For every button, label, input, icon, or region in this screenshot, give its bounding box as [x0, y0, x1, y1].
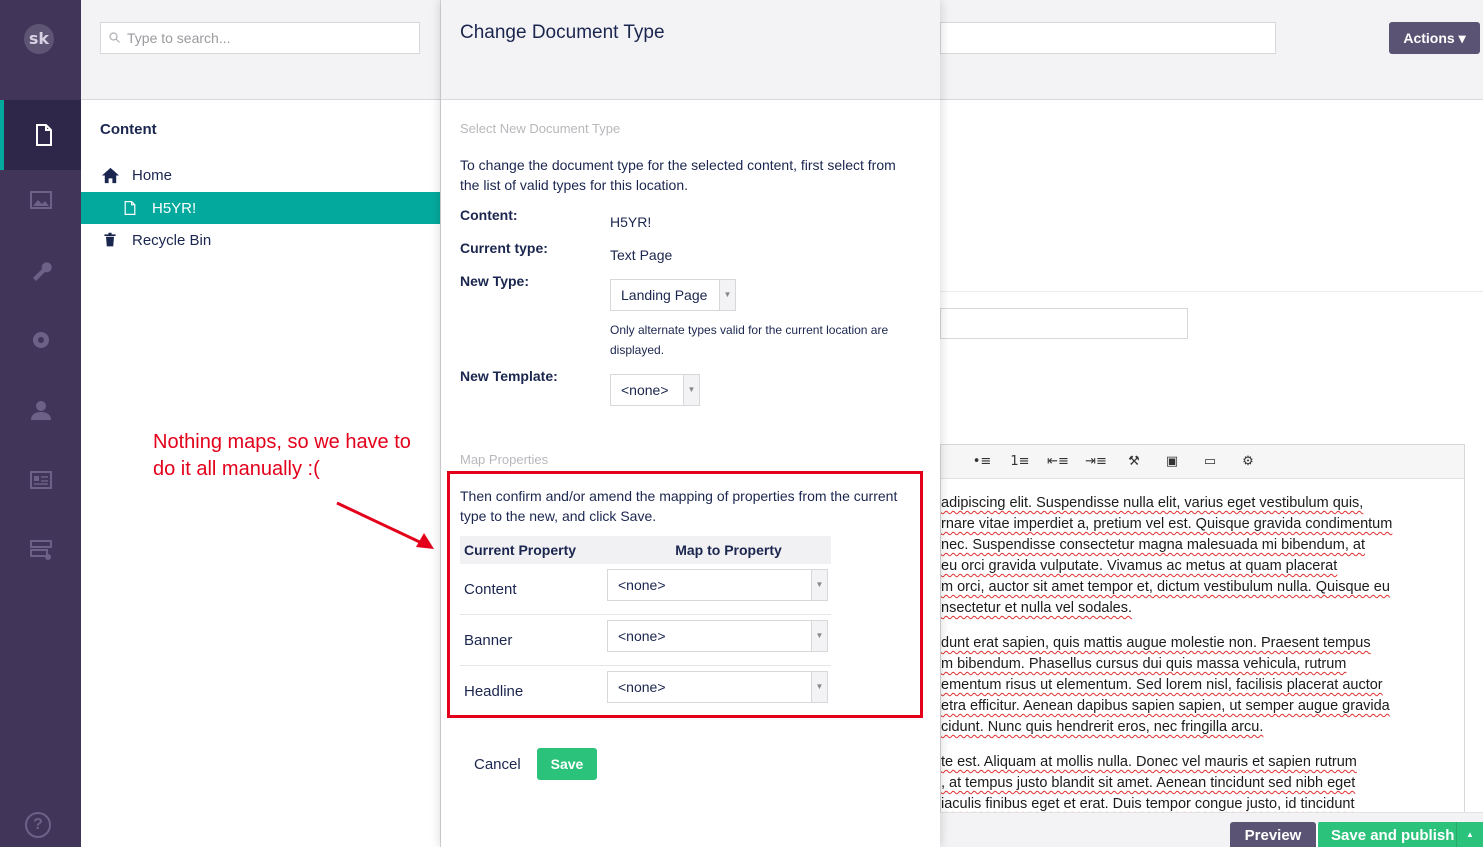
tree-header: Type to search...	[81, 0, 440, 100]
highlight-box	[447, 471, 923, 718]
dialog-title: Change Document Type	[441, 0, 940, 100]
new-type-select[interactable]: Landing Page ▼	[610, 279, 736, 311]
wrench-icon[interactable]	[0, 235, 81, 305]
current-type-label: Current type:	[460, 240, 548, 256]
tree-node-label: Home	[132, 166, 173, 184]
content-label: Content:	[460, 207, 518, 223]
rich-text-editor[interactable]: •≡ 1≡ ⇤≡ ⇥≡ ⚒ ▣ ▭ ⚙ adipiscing elit. Sus…	[940, 444, 1465, 814]
preview-button[interactable]: Preview	[1230, 822, 1316, 847]
media-icon[interactable]	[0, 165, 81, 235]
new-type-label: New Type:	[460, 273, 529, 289]
content-section-icon[interactable]	[0, 100, 81, 170]
help-icon[interactable]: ?	[25, 812, 51, 838]
search-icon	[109, 32, 120, 43]
save-button[interactable]: Save	[537, 748, 597, 780]
rte-paragraph: dunt erat sapien, quis mattis augue mole…	[941, 635, 1390, 735]
editor-header: Actions ▾	[940, 0, 1483, 100]
new-template-select[interactable]: <none> ▼	[610, 374, 700, 406]
change-document-type-dialog: Change Document Type Select New Document…	[441, 0, 940, 847]
save-and-publish-button[interactable]: Save and publish	[1316, 822, 1456, 847]
tree-node-h5yr[interactable]: H5YR!	[81, 192, 440, 224]
intro-text: To change the document type for the sele…	[460, 157, 896, 193]
divider	[940, 291, 1483, 292]
document-icon	[120, 198, 140, 218]
publish-options-caret-icon[interactable]: ▲	[1456, 822, 1483, 847]
outdent-icon[interactable]: ⇤≡	[1039, 454, 1077, 469]
content-tree-panel: Type to search... Content Home H5YR! Rec…	[81, 0, 441, 847]
forms-icon[interactable]	[0, 515, 81, 585]
rte-toolbar: •≡ 1≡ ⇤≡ ⇥≡ ⚒ ▣ ▭ ⚙	[941, 445, 1464, 479]
rte-paragraph: adipiscing elit. Suspendisse nulla elit,…	[941, 495, 1393, 616]
numbered-list-icon[interactable]: 1≡	[1001, 454, 1039, 469]
logo[interactable]: sk	[24, 24, 54, 54]
rte-body[interactable]: adipiscing elit. Suspendisse nulla elit,…	[941, 479, 1464, 829]
new-type-hint: Only alternate types valid for the curre…	[610, 323, 889, 357]
rte-paragraph: te est. Aliquam at mollis nulla. Donec v…	[941, 754, 1357, 812]
chevron-down-icon: ▼	[683, 375, 699, 405]
link-icon[interactable]: ⚒	[1115, 454, 1153, 469]
content-editor: Actions ▾ •≡ 1≡ ⇤≡ ⇥≡ ⚒ ▣ ▭ ⚙ adipiscing…	[940, 0, 1483, 847]
bullet-list-icon[interactable]: •≡	[963, 454, 1001, 469]
trash-icon	[100, 230, 120, 250]
chevron-down-icon: ▼	[719, 280, 735, 310]
new-template-label: New Template:	[460, 368, 558, 384]
new-template-selected: <none>	[621, 382, 669, 398]
annotation-text: Nothing maps, so we have to do it all ma…	[153, 431, 411, 480]
actions-button[interactable]: Actions ▾	[1389, 22, 1480, 54]
tree-node-home[interactable]: Home	[81, 159, 440, 191]
gear-icon[interactable]	[0, 305, 81, 375]
indent-icon[interactable]: ⇥≡	[1077, 454, 1115, 469]
cancel-button[interactable]: Cancel	[474, 756, 521, 773]
embed-icon[interactable]: ▭	[1191, 454, 1229, 469]
content-value: H5YR!	[610, 214, 652, 230]
section-rail: sk ?	[0, 0, 81, 847]
annotation-arrow-icon	[336, 501, 434, 549]
node-name-input[interactable]	[940, 22, 1276, 54]
macro-icon[interactable]: ⚙	[1229, 454, 1267, 469]
tree-node-label: H5YR!	[152, 199, 197, 217]
search-input[interactable]: Type to search...	[100, 22, 420, 54]
person-icon[interactable]	[0, 375, 81, 445]
current-type-value: Text Page	[610, 247, 673, 263]
select-type-heading: Select New Document Type	[460, 121, 621, 136]
tree-root-label[interactable]: Content	[100, 121, 157, 138]
map-properties-heading: Map Properties	[460, 452, 549, 467]
image-icon[interactable]: ▣	[1153, 454, 1191, 469]
tree-node-label: Recycle Bin	[132, 231, 212, 249]
tree-node-recycle-bin[interactable]: Recycle Bin	[81, 224, 440, 256]
text-field[interactable]	[940, 308, 1188, 339]
home-icon	[100, 165, 120, 185]
new-type-selected: Landing Page	[621, 287, 708, 303]
member-card-icon[interactable]	[0, 445, 81, 515]
search-placeholder: Type to search...	[127, 30, 231, 46]
